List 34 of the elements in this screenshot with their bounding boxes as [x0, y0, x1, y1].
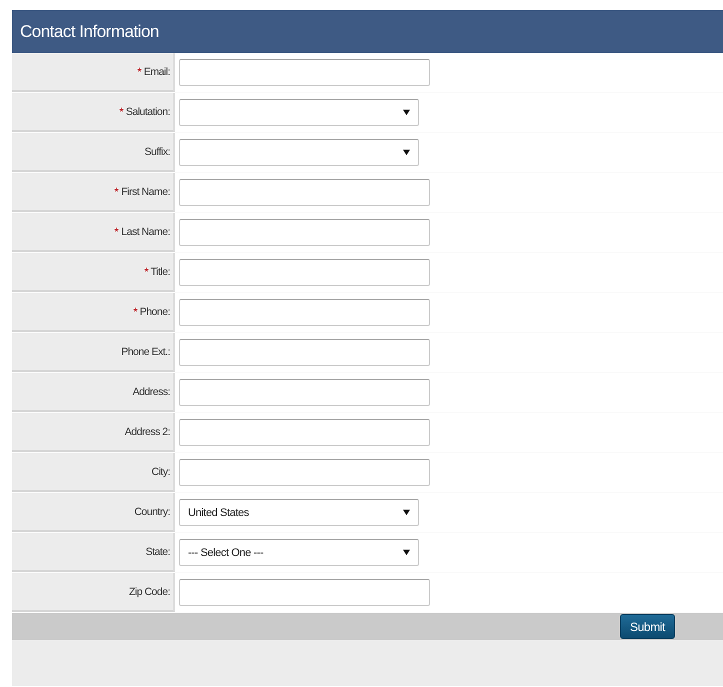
select-field[interactable]: --- Select One --- [179, 539, 419, 566]
caret-icon [403, 509, 410, 516]
select-field[interactable] [179, 139, 419, 166]
field-label: Suffix: [144, 146, 170, 158]
input-field[interactable] [179, 379, 430, 406]
select-field[interactable] [179, 99, 419, 126]
field-label: Zip Code: [128, 586, 170, 598]
input-field[interactable] [179, 459, 430, 486]
field-label: Phone Ext.: [121, 346, 170, 358]
caret-icon [403, 109, 410, 116]
input-field[interactable] [179, 59, 430, 86]
field-label: City: [152, 466, 170, 478]
field-label: Salutation: [126, 106, 170, 118]
input-field[interactable] [179, 259, 430, 286]
input-field[interactable] [179, 299, 430, 326]
caret-icon [403, 549, 410, 556]
field-label: Country: [134, 506, 170, 518]
select-field[interactable]: United States [179, 499, 419, 526]
input-field[interactable] [179, 419, 430, 446]
field-label: Email: [144, 66, 170, 78]
field-label: Address: [132, 386, 170, 398]
field-label: Last Name: [121, 226, 170, 238]
field-label: Address 2: [124, 426, 170, 438]
caret-icon [403, 149, 410, 156]
section-title: Contact Information [20, 22, 159, 42]
input-field[interactable] [179, 219, 430, 246]
field-label: Title: [150, 266, 170, 278]
input-field[interactable] [179, 179, 430, 206]
field-label: First Name: [121, 186, 170, 198]
field-label: State: [146, 546, 170, 558]
field-label: Phone: [140, 306, 170, 318]
input-field[interactable] [179, 339, 430, 366]
submit-button[interactable]: Submit [620, 614, 675, 639]
input-field[interactable] [179, 579, 430, 606]
